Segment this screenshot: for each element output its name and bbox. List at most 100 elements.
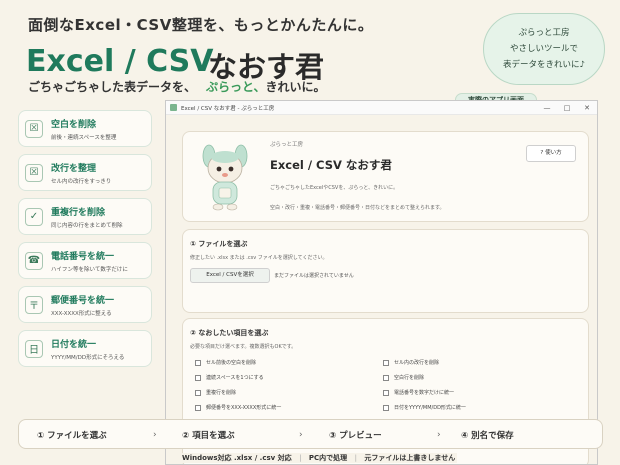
step2-note: 必要な項目だけ選べます。複数選択もOKです。 [190, 344, 297, 350]
maximize-button[interactable]: □ [557, 104, 577, 112]
window-title: Excel / CSV なおす君 - ぷらっと工房 [181, 105, 275, 112]
feature-card: ☒ 改行を整理セル内の改行をすっきり [18, 154, 152, 191]
brand-tagline-2: 表データをきれいに♪ [503, 60, 585, 70]
feature-desc: 前後・連続スペースを整理 [51, 134, 117, 141]
checkbox[interactable] [383, 359, 389, 366]
checkbox[interactable] [383, 374, 389, 381]
option-label: 連続スペースを1つにする [206, 375, 264, 381]
app-title: Excel / CSV なおす君 [270, 158, 392, 172]
headline: 面倒なExcel・CSV整理を、もっとかんたんに。 [28, 16, 374, 34]
feature-title: 電話番号を統一 [51, 251, 115, 262]
feature-title: 改行を整理 [51, 163, 97, 174]
feature-card: ✓ 重複行を削除同じ内容の行をまとめて削除 [18, 198, 152, 235]
trim-icon: ☒ [25, 119, 43, 138]
subheadline: ごちゃごちゃした表データを、 ぷらっと、きれいに。 [28, 78, 326, 95]
option-postal-format[interactable]: 郵便番号をXXX-XXXX形式に統一 [195, 400, 383, 415]
step1-note: 修正したい .xlsx または .csv ファイルを選択してください。 [190, 255, 328, 261]
checkbox[interactable] [383, 404, 389, 411]
workflow-steps-bar: ① ファイルを選ぶ › ② 項目を選ぶ › ③ プレビュー › ④ 別名で保存 [18, 419, 603, 449]
feature-card: 〒 郵便番号を統一 XXX-XXXX形式に整える [18, 286, 152, 323]
check-icon: ✓ [25, 207, 43, 226]
option-phone-digits[interactable]: 電話番号を数字だけに統一 [383, 385, 454, 400]
footer-windows: Windows対応 [182, 454, 232, 462]
file-select-panel: ① ファイルを選ぶ 修正したい .xlsx または .csv ファイルを選択して… [182, 229, 589, 313]
help-button[interactable]: ? 使い方 [526, 145, 576, 162]
feature-desc: セル内の改行をすっきり [51, 178, 112, 185]
option-label: セル内の改行を削除 [394, 360, 440, 366]
feature-desc: 同じ内容の行をまとめて削除 [51, 222, 123, 229]
option-label: 空白行を削除 [394, 375, 425, 381]
brand-tagline-1: やさしいツールで [509, 44, 578, 54]
footer-formats: .xlsx / .csv 対応 [234, 454, 292, 462]
mascot-image [202, 144, 248, 211]
hero-tag: ぷらっと工房 [270, 142, 304, 148]
phone-icon: ☎ [25, 251, 43, 270]
step-choose-items: ② 項目を選ぶ [182, 431, 235, 441]
footer-separator: | [354, 454, 357, 462]
chevron-right-icon: › [437, 430, 441, 440]
option-label: 電話番号を数字だけに統一 [394, 390, 455, 396]
feature-desc: XXX-XXXX形式に整える [51, 310, 112, 317]
option-label: 重複行を削除 [206, 390, 237, 396]
postal-icon: 〒 [25, 295, 43, 314]
hero-features: 空白・改行・重複・電話番号・郵便番号・日付などをまとめて整えられます。 [270, 205, 445, 211]
option-remove-newlines[interactable]: セル内の改行を削除 [383, 355, 439, 370]
option-date-format[interactable]: 日付をYYYY/MM/DD形式に統一 [383, 400, 466, 415]
feature-title: 重複行を削除 [51, 207, 106, 218]
feature-desc: ハイフン等を除いて数字だけに [51, 266, 128, 273]
option-remove-duplicates[interactable]: 重複行を削除 [195, 385, 383, 400]
option-remove-blank-rows[interactable]: 空白行を削除 [383, 370, 424, 385]
window-body: ぷらっと工房 Excel / CSV なおす君 ごちゃごちゃしたExcelやCS… [166, 115, 597, 464]
option-label: 郵便番号をXXX-XXXX形式に統一 [206, 405, 282, 411]
chevron-right-icon: › [299, 430, 303, 440]
subhead-end: きれいに。 [265, 80, 326, 94]
feature-title: 郵便番号を統一 [51, 295, 115, 306]
feature-card: ☎ 電話番号を統一ハイフン等を除いて数字だけに [18, 242, 152, 279]
product-title-en: Excel / CSV [26, 44, 214, 79]
checkbox[interactable] [195, 404, 201, 411]
file-status: まだファイルは選択されていません [274, 273, 354, 279]
calendar-icon: 日 [25, 339, 43, 358]
feature-title: 空白を削除 [51, 119, 97, 130]
window-titlebar[interactable]: Excel / CSV なおす君 - ぷらっと工房 — □ ✕ [166, 101, 597, 115]
footer-local: PC内で処理 [308, 454, 348, 462]
footer-note: Windows対応 .xlsx / .csv 対応 | PC内で処理 | 元ファ… [180, 453, 458, 463]
option-row: 郵便番号をXXX-XXXX形式に統一 日付をYYYY/MM/DD形式に統一 [195, 400, 585, 415]
option-trim-spaces[interactable]: セル前後の空白を削除 [195, 355, 383, 370]
option-label: セル前後の空白を削除 [206, 360, 257, 366]
select-file-button[interactable]: Excel / CSVを選択 [190, 268, 270, 283]
step2-title: ② なおしたい項目を選ぶ [190, 329, 269, 337]
feature-card: ☒ 空白を削除前後・連続スペースを整理 [18, 110, 152, 147]
hero-panel: ぷらっと工房 Excel / CSV なおす君 ごちゃごちゃしたExcelやCS… [182, 131, 589, 222]
hero-description: ごちゃごちゃしたExcelやCSVを、ぷらっと、きれいに。 [270, 185, 399, 191]
brand-name: ぷらっと工房 [518, 28, 570, 38]
minimize-button[interactable]: — [537, 104, 557, 112]
option-row: 重複行を削除 電話番号を数字だけに統一 [195, 385, 585, 400]
brand-bubble: ぷらっと工房 やさしいツールで 表データをきれいに♪ [483, 13, 605, 85]
app-icon [170, 104, 177, 111]
newline-icon: ☒ [25, 163, 43, 182]
feature-card: 日 日付を統一 YYYY/MM/DD形式にそろえる [18, 330, 152, 367]
step-save-as: ④ 別名で保存 [461, 431, 514, 441]
window-controls: — □ ✕ [537, 104, 597, 112]
checkbox[interactable] [195, 359, 201, 366]
option-row: 連続スペースを1つにする 空白行を削除 [195, 370, 585, 385]
footer-no-overwrite: 元ファイルは上書きしません [364, 454, 456, 462]
checkbox[interactable] [383, 389, 389, 396]
app-window: Excel / CSV なおす君 - ぷらっと工房 — □ ✕ ぷらっと工房 E… [165, 100, 598, 465]
checkbox[interactable] [195, 389, 201, 396]
step-preview: ③ プレビュー [329, 431, 382, 441]
feature-list: ☒ 空白を削除前後・連続スペースを整理 ☒ 改行を整理セル内の改行をすっきり ✓… [18, 110, 152, 374]
close-button[interactable]: ✕ [577, 104, 597, 112]
feature-desc: YYYY/MM/DD形式にそろえる [51, 354, 125, 361]
option-list: セル前後の空白を削除 セル内の改行を削除 連続スペースを1つにする 空白行を削除… [195, 355, 585, 415]
subhead-accent: ぷらっと、 [206, 80, 266, 94]
subhead-text: ごちゃごちゃした表データを、 [28, 80, 197, 94]
chevron-right-icon: › [153, 430, 157, 440]
checkbox[interactable] [195, 374, 201, 381]
step-select-file: ① ファイルを選ぶ [37, 431, 107, 441]
footer-separator: | [299, 454, 302, 462]
step1-title: ① ファイルを選ぶ [190, 240, 248, 248]
option-collapse-spaces[interactable]: 連続スペースを1つにする [195, 370, 383, 385]
feature-title: 日付を統一 [51, 339, 97, 350]
